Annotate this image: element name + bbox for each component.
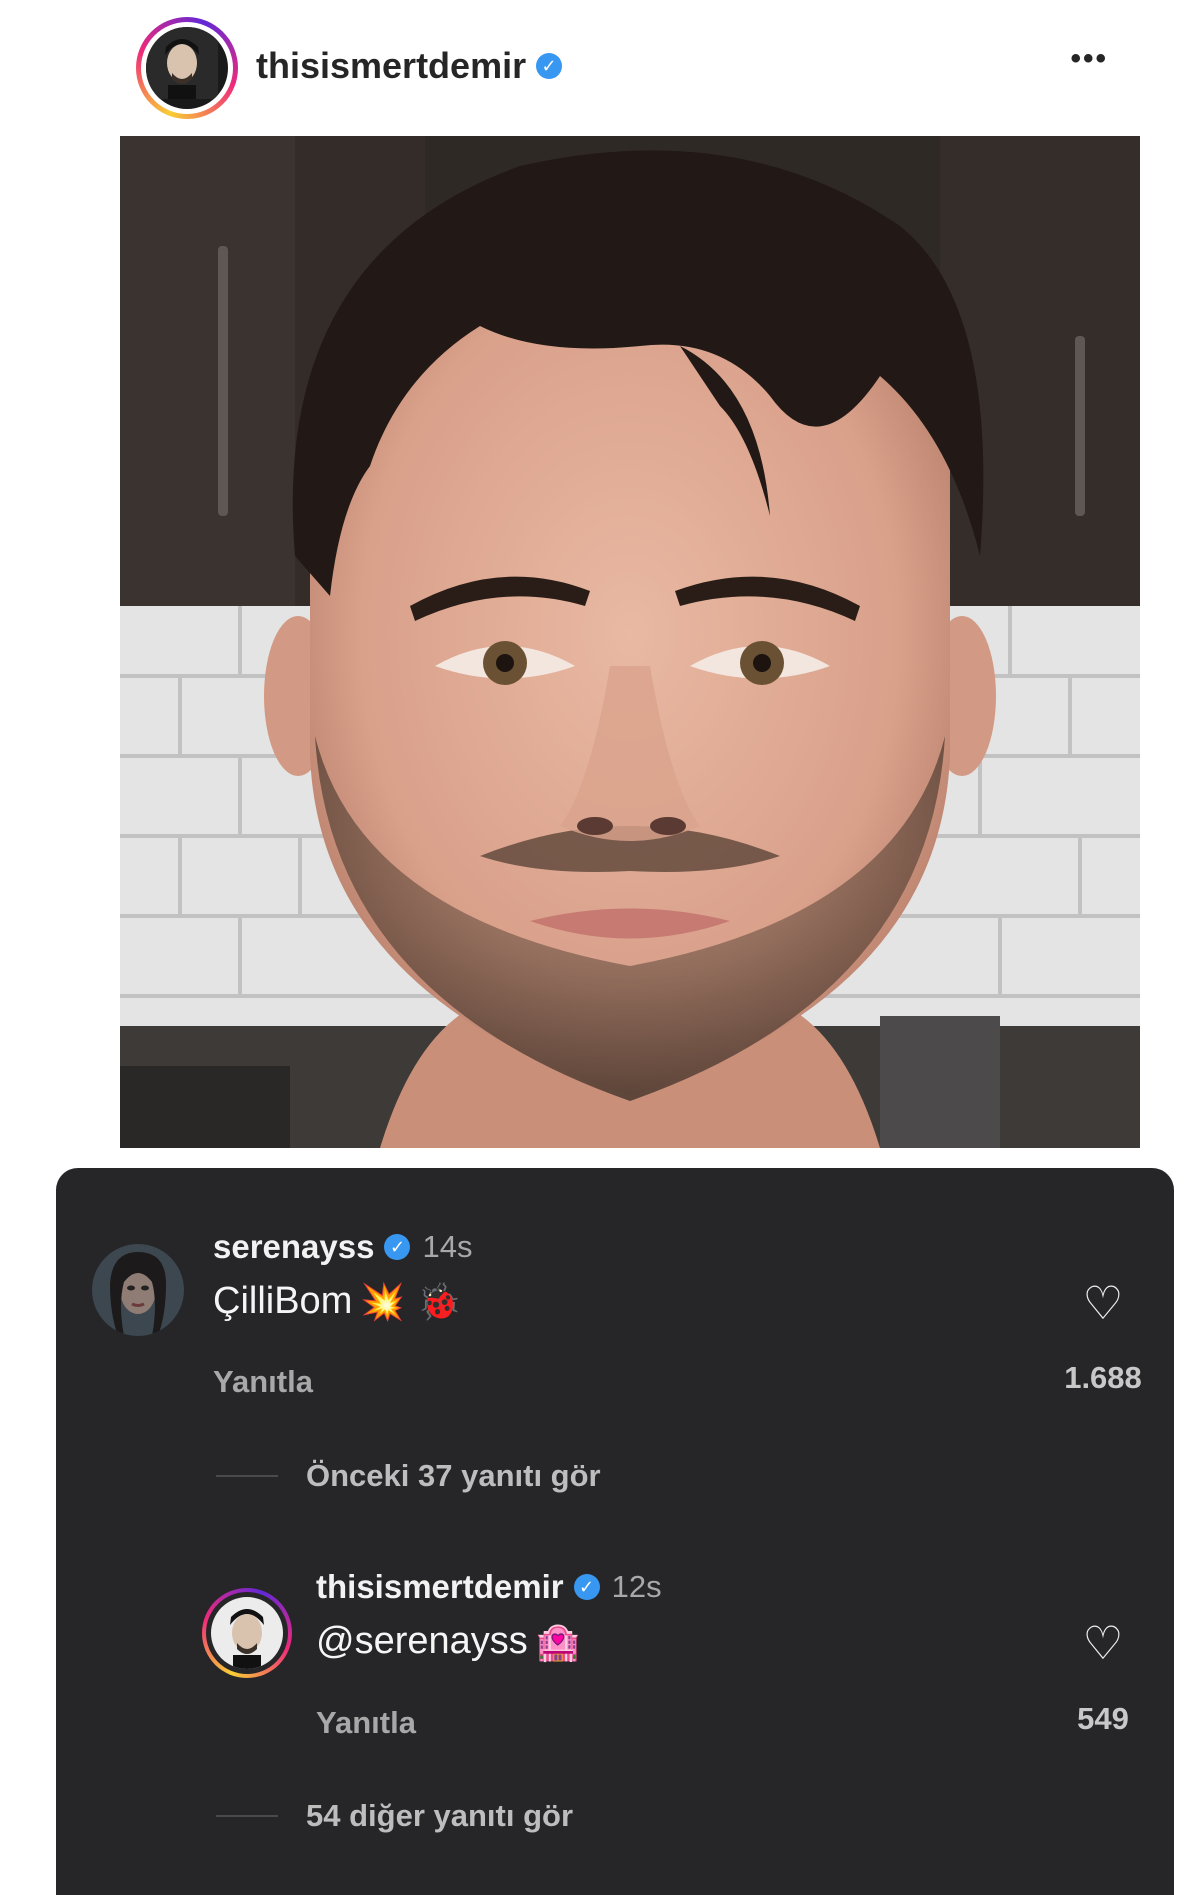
thread-line: [216, 1475, 278, 1477]
comment-emojis: 💥 🐞: [360, 1281, 462, 1323]
view-replies-label[interactable]: 54 diğer yanıtı gör: [306, 1798, 573, 1834]
reply-button[interactable]: Yanıtla: [213, 1364, 313, 1400]
post-username-row[interactable]: thisismertdemir ✓: [256, 45, 563, 87]
comment-time: 14s: [422, 1229, 473, 1264]
reply-time: 12s: [611, 1569, 662, 1604]
more-options-icon[interactable]: •••: [1070, 44, 1108, 74]
comment-text-row: ÇilliBom 💥 🐞: [213, 1280, 461, 1323]
like-count: 549: [1077, 1701, 1129, 1736]
reply-avatar[interactable]: [202, 1588, 292, 1678]
view-replies-button[interactable]: Önceki 37 yanıtı gör: [216, 1458, 601, 1494]
like-heart-icon[interactable]: ♡: [1063, 1280, 1143, 1326]
view-replies-label[interactable]: Önceki 37 yanıtı gör: [306, 1458, 601, 1494]
reply-username[interactable]: thisismertdemir: [316, 1568, 564, 1606]
commenter-avatar[interactable]: [92, 1244, 184, 1336]
reply-text[interactable]: @serenayss: [316, 1620, 528, 1663]
avatar-portrait-icon: [211, 1597, 283, 1669]
post-username[interactable]: thisismertdemir: [256, 45, 526, 87]
comment-username-row[interactable]: serenayss ✓ 14s: [213, 1228, 472, 1266]
reply-button[interactable]: Yanıtla: [316, 1705, 416, 1741]
like-heart-icon[interactable]: ♡: [1063, 1620, 1143, 1666]
profile-avatar[interactable]: [136, 17, 238, 119]
comment-username[interactable]: serenayss: [213, 1228, 374, 1266]
post-header: thisismertdemir ✓ •••: [120, 15, 1130, 125]
avatar-portrait-icon: [92, 1244, 184, 1336]
comment-text: ÇilliBom: [213, 1280, 353, 1322]
comments-panel: serenayss ✓ 14s ÇilliBom 💥 🐞 Yanıtla ♡ 1…: [56, 1168, 1174, 1895]
view-replies-button[interactable]: 54 diğer yanıtı gör: [216, 1798, 573, 1834]
verified-badge-icon: ✓: [536, 53, 563, 79]
verified-badge-icon: ✓: [384, 1234, 411, 1260]
post-photo[interactable]: [120, 136, 1140, 1148]
reply-emojis: 🏩: [535, 1621, 581, 1663]
verified-badge-icon: ✓: [573, 1574, 600, 1600]
reply-username-row[interactable]: thisismertdemir ✓ 12s: [316, 1568, 662, 1606]
thread-line: [216, 1815, 278, 1817]
reply-text-row: @serenayss 🏩: [316, 1620, 581, 1663]
like-count: 1.688: [1064, 1360, 1142, 1395]
